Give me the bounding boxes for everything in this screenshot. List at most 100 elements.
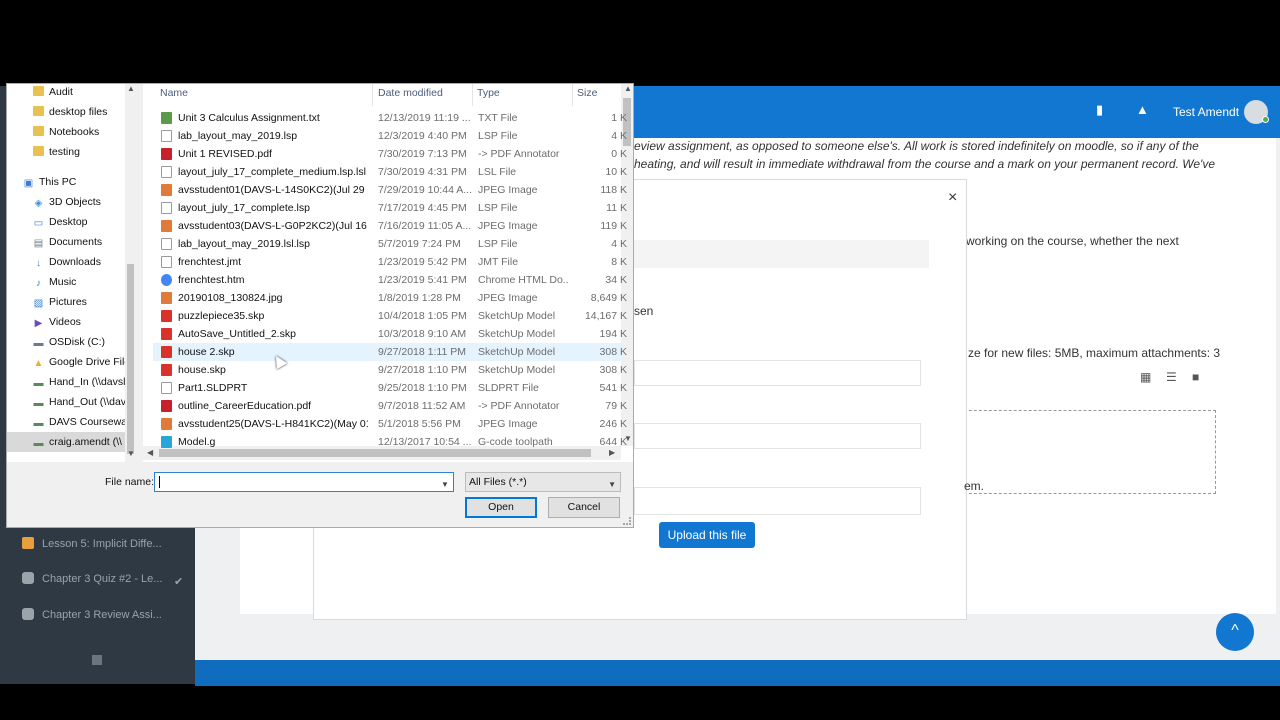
nav-item[interactable]: ◈ 3D Objects [7, 192, 125, 212]
chevron-down-icon: ▼ [608, 480, 616, 489]
file-date: 7/30/2019 4:31 PM [378, 166, 467, 178]
scroll-to-top-button[interactable]: ^ [1216, 613, 1254, 651]
modal-select-field[interactable] [634, 487, 921, 515]
column-header-type[interactable]: Type [477, 87, 500, 99]
file-open-dialog: Audit desktop files Notebooks testing ▣ This … [6, 83, 634, 528]
file-size: 4 K [611, 130, 627, 142]
text-file-icon [161, 112, 172, 124]
file-row[interactable]: layout_july_17_complete.lsp 7/17/2019 4:4… [153, 199, 627, 217]
file-row[interactable]: lab_layout_may_2019.lsl.lsp 5/7/2019 7:24… [153, 235, 627, 253]
nav-item-label: Downloads [49, 256, 101, 268]
column-header-size[interactable]: Size [577, 87, 597, 99]
open-button[interactable]: Open [465, 497, 537, 518]
pdf-icon [161, 400, 172, 412]
file-name: avsstudent25(DAVS-L-H841KC2)(May 01 ... [178, 418, 368, 430]
messages-icon[interactable]: ▮ [1096, 102, 1103, 118]
file-row[interactable]: house 2.skp 9/27/2018 1:11 PM SketchUp Mod… [153, 343, 627, 361]
nav-item[interactable]: Notebooks [7, 122, 125, 142]
file-type-select[interactable]: All Files (*.*) ▼ [465, 472, 621, 492]
list-view-icon[interactable]: ☰ [1166, 370, 1177, 384]
file-row[interactable]: AutoSave_Untitled_2.skp 10/3/2018 9:10 AM… [153, 325, 627, 343]
nav-item[interactable]: ▶ Videos [7, 312, 125, 332]
nav-item[interactable]: ▤ Documents [7, 232, 125, 252]
file-type: JMT File [478, 256, 519, 268]
nav-item[interactable]: ↓ Downloads [7, 252, 125, 272]
file-list[interactable]: Name Date modified Type Size ▲ ▼ ◀ ▶ Uni… [143, 84, 633, 462]
nav-item[interactable]: desktop files [7, 102, 125, 122]
nav-item[interactable]: ▬ OSDisk (C:) [7, 332, 125, 352]
file-row[interactable]: 20190108_130824.jpg 1/8/2019 1:28 PM JPEG … [153, 289, 627, 307]
sidebar-item-lesson-5[interactable]: Lesson 5: Implicit Diffe... [22, 537, 162, 550]
scroll-down-arrow-icon[interactable]: ▼ [127, 449, 135, 458]
folder-view-icon[interactable]: ■ [1192, 370, 1199, 384]
disk-icon: ▬ [33, 338, 44, 349]
modal-text-fragment: sen [634, 304, 654, 318]
nav-item[interactable]: testing [7, 142, 125, 162]
file-name: Model.g [178, 436, 216, 448]
scrollbar-thumb[interactable] [127, 264, 134, 454]
nav-item[interactable]: ▧ Pictures [7, 292, 125, 312]
notifications-bell-icon[interactable]: ▲ [1136, 102, 1149, 117]
navigation-scrollbar[interactable]: ▲ ▼ [125, 84, 136, 462]
folder-icon [33, 106, 44, 116]
file-name: lab_layout_may_2019.lsp [178, 130, 298, 142]
column-header-name[interactable]: Name [160, 87, 188, 99]
modal-field-2[interactable] [634, 423, 921, 449]
nav-item[interactable]: ▲ Google Drive File [7, 352, 125, 372]
file-row[interactable]: frenchtest.htm 1/23/2019 5:41 PM Chrome HT… [153, 271, 627, 289]
nav-item[interactable]: ▬ DAVS Courseware [7, 412, 126, 432]
sidebar-item-review-assignment[interactable]: Chapter 3 Review Assi... [22, 608, 162, 621]
modal-field-1[interactable] [634, 360, 921, 386]
file-size: 4 K [611, 238, 627, 250]
file-row[interactable]: lab_layout_may_2019.lsp 12/3/2019 4:40 PM… [153, 127, 627, 145]
file-date: 1/23/2019 5:41 PM [378, 274, 467, 286]
close-icon[interactable]: × [948, 189, 957, 207]
file-size: 8,649 K [590, 292, 627, 304]
nav-item[interactable]: ▬ Hand_In (\\davsl [7, 372, 126, 392]
nav-item[interactable]: Audit [7, 84, 125, 102]
nav-item-label: Pictures [49, 296, 87, 308]
column-header-date[interactable]: Date modified [378, 87, 443, 99]
file-type: JPEG Image [478, 184, 538, 196]
file-name: AutoSave_Untitled_2.skp [178, 328, 296, 340]
nav-item[interactable]: ▭ Desktop [7, 212, 125, 232]
file-row[interactable]: avsstudent03(DAVS-L-G0P2KC2)(Jul 16 20..… [153, 217, 627, 235]
grid-view-icon[interactable]: ▦ [1140, 370, 1151, 384]
sidebar-item-quiz-2[interactable]: Chapter 3 Quiz #2 - Le... [22, 572, 162, 585]
resize-grip-icon[interactable] [623, 517, 631, 525]
scroll-up-arrow-icon[interactable]: ▲ [127, 84, 135, 93]
file-row[interactable]: Unit 1 REVISED.pdf 7/30/2019 7:13 PM -> PD… [153, 145, 627, 163]
desktop-icon: ▭ [33, 218, 44, 229]
nav-item-label: This PC [39, 176, 77, 188]
file-row[interactable]: Unit 3 Calculus Assignment.txt 12/13/2019… [153, 109, 627, 127]
file-date: 7/17/2019 4:45 PM [378, 202, 467, 214]
sidebar-item-label: Lesson 5: Implicit Diffe... [42, 538, 162, 550]
column-divider [472, 84, 473, 106]
file-name-input[interactable]: ▼ [154, 472, 454, 492]
navigation-pane[interactable]: Audit desktop files Notebooks testing ▣ This … [7, 84, 136, 462]
file-row[interactable]: avsstudent01(DAVS-L-14S0KC2)(Jul 29 20..… [153, 181, 627, 199]
scroll-up-arrow-icon[interactable]: ▲ [624, 84, 632, 93]
file-type: SketchUp Model [478, 310, 556, 322]
file-row[interactable]: layout_july_17_complete_medium.lsp.lsl 7/… [153, 163, 627, 181]
nav-item[interactable]: ▬ craig.amendt (\\ [7, 432, 125, 452]
chevron-down-icon[interactable]: ▼ [441, 476, 449, 494]
file-size: 308 K [599, 364, 627, 376]
nav-item-label: OSDisk (C:) [49, 336, 105, 348]
nav-item[interactable]: ▣ This PC [7, 172, 125, 192]
file-row[interactable]: outline_CareerEducation.pdf 9/7/2018 11:5… [153, 397, 627, 415]
user-name[interactable]: Test Amendt [1173, 105, 1239, 119]
modal-header-band [634, 240, 929, 268]
cancel-button[interactable]: Cancel [548, 497, 620, 518]
image-icon [161, 184, 172, 196]
file-row[interactable]: avsstudent25(DAVS-L-H841KC2)(May 01 ... 5… [153, 415, 627, 433]
nav-item[interactable]: ♪ Music [7, 272, 125, 292]
file-row[interactable]: puzzlepiece35.skp 10/4/2018 1:05 PM Sketch… [153, 307, 627, 325]
file-row[interactable]: Model.g 12/13/2017 10:54 ... G-code toolpa… [153, 433, 627, 451]
file-row[interactable]: Part1.SLDPRT 9/25/2018 1:10 PM SLDPRT File… [153, 379, 627, 397]
file-row[interactable]: house.skp 9/27/2018 1:10 PM SketchUp Model… [153, 361, 627, 379]
file-row[interactable]: frenchtest.jmt 1/23/2019 5:42 PM JMT File 8… [153, 253, 627, 271]
drive-icon: ▲ [33, 358, 44, 369]
nav-item[interactable]: ▬ Hand_Out (\\dav [7, 392, 126, 412]
upload-file-button[interactable]: Upload this file [659, 522, 755, 548]
